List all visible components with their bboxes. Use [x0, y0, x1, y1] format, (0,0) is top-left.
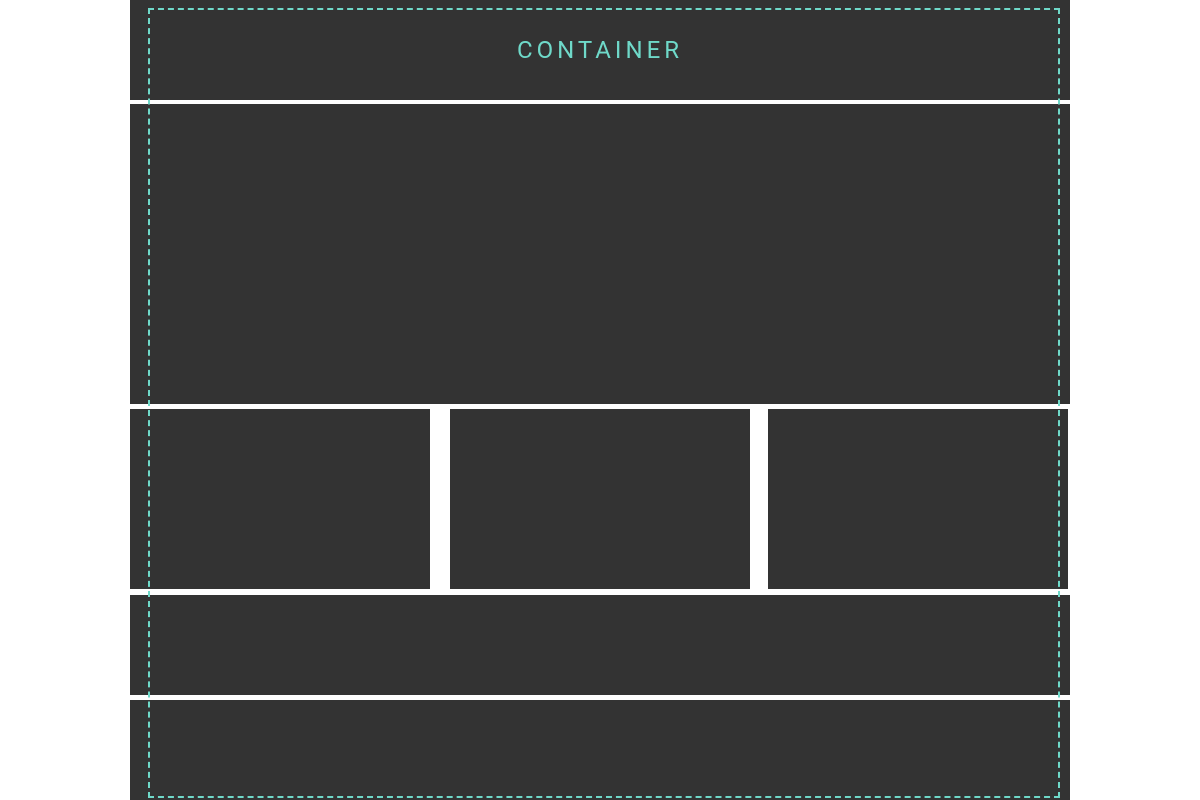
container-label: CONTAINER — [517, 36, 683, 64]
full-width-row-block-2 — [130, 700, 1070, 800]
column-block-3 — [768, 409, 1068, 589]
column-block-2 — [450, 409, 750, 589]
header-row-block: CONTAINER — [130, 0, 1070, 100]
column-block-1 — [130, 409, 430, 589]
hero-row-block — [130, 104, 1070, 404]
layout-diagram: CONTAINER — [130, 0, 1070, 800]
full-width-row-block-1 — [130, 595, 1070, 695]
